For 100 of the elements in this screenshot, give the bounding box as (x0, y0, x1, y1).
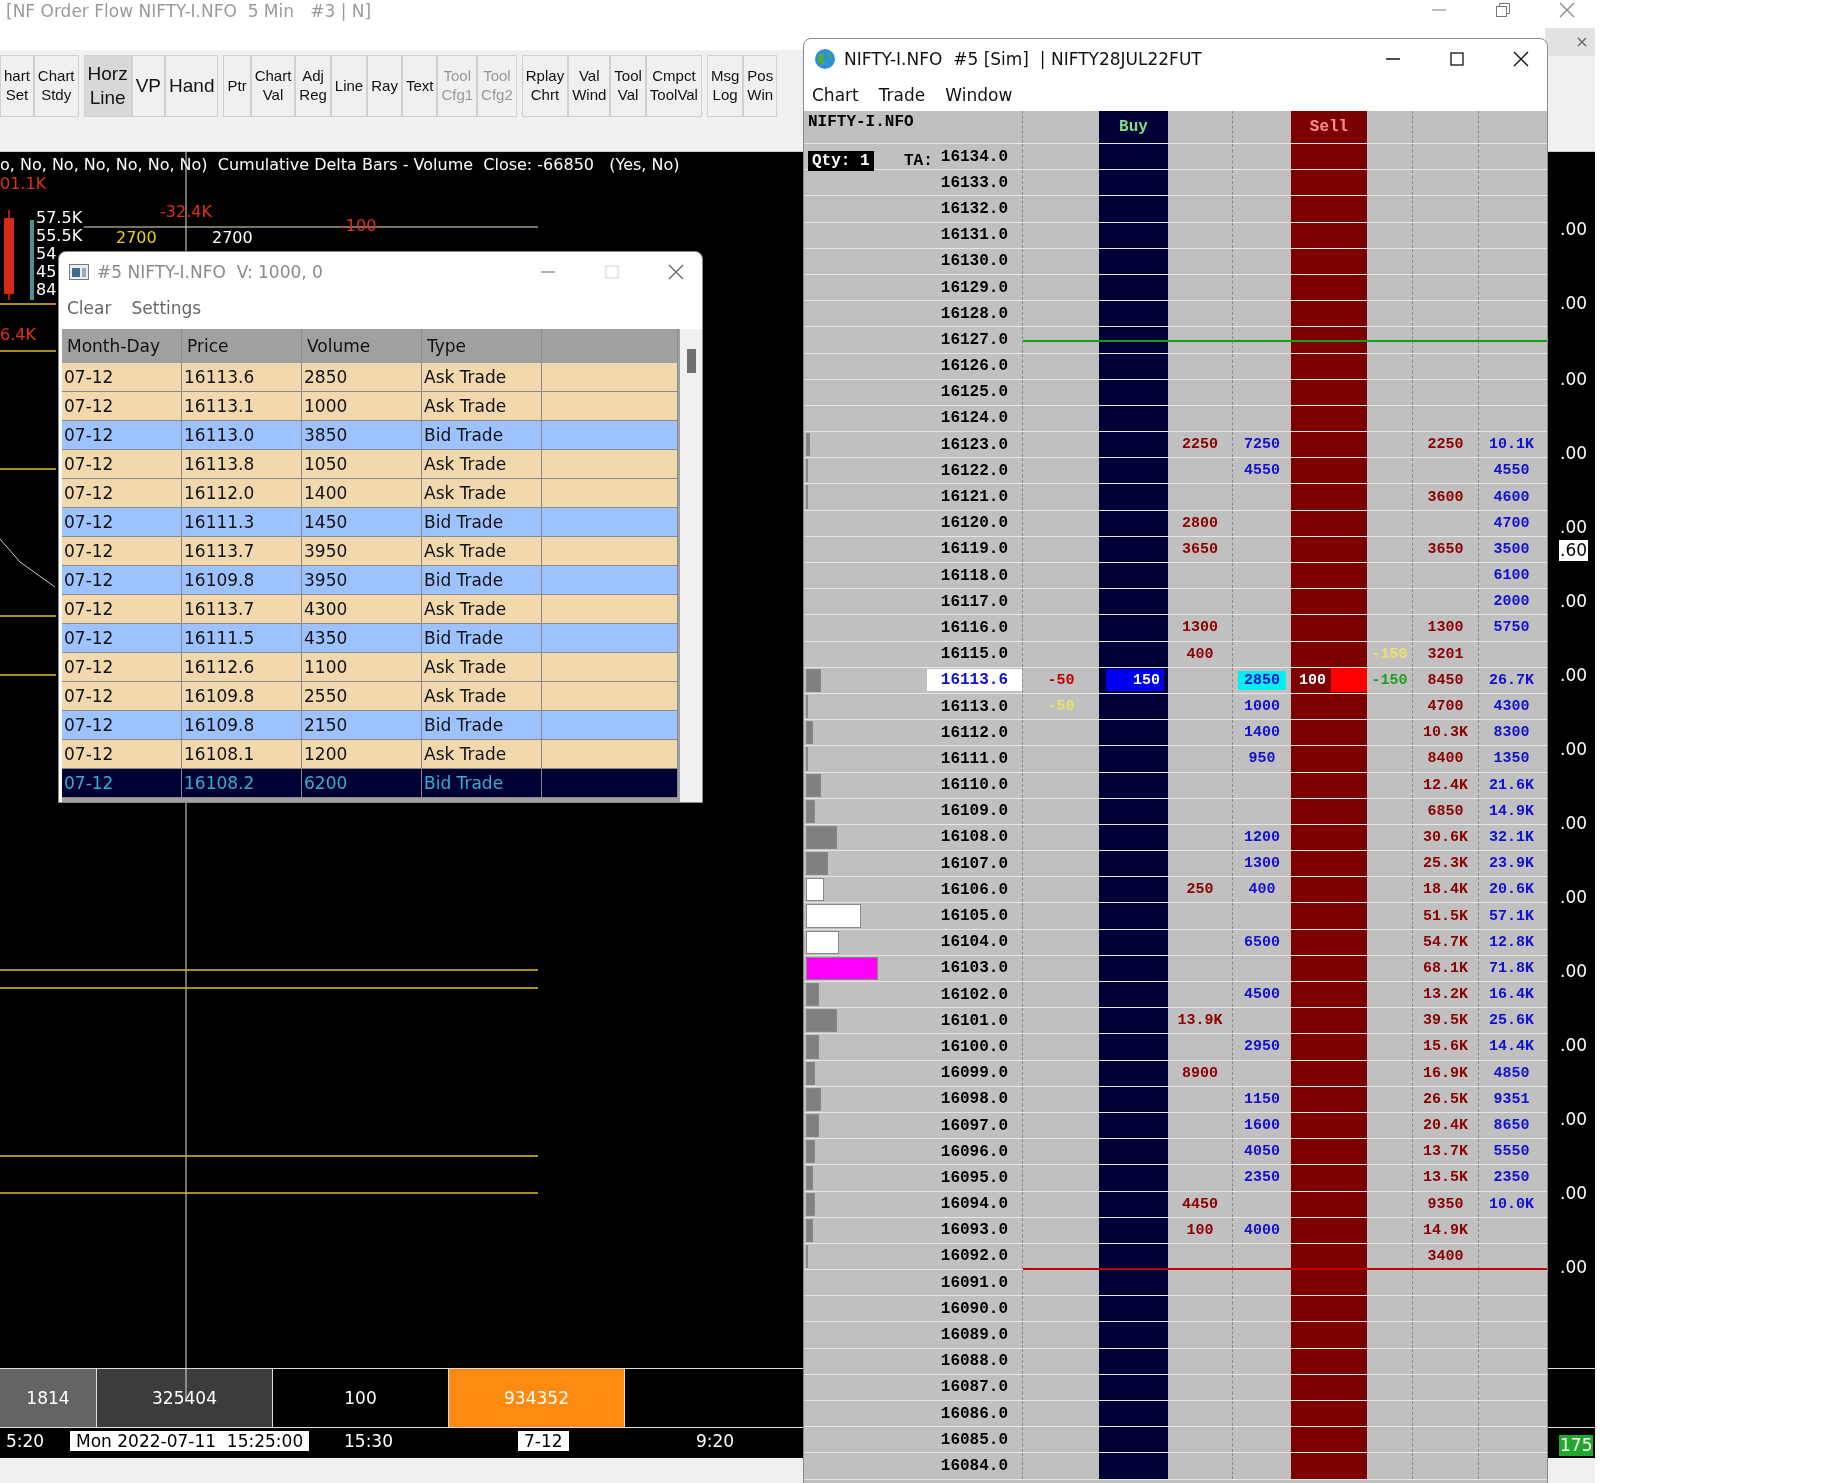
price-label[interactable]: 16088.0 (940, 1350, 1008, 1373)
sell-cell[interactable] (1291, 693, 1367, 720)
sell-cell[interactable] (1291, 720, 1367, 746)
sell-cell[interactable] (1291, 1060, 1367, 1086)
buy-cell[interactable] (1099, 510, 1168, 536)
sell-cell[interactable] (1291, 301, 1367, 327)
price-label[interactable]: 16104.0 (940, 931, 1008, 954)
toolbar-button[interactable]: Horz Line (83, 55, 132, 117)
buy-cell[interactable] (1099, 955, 1168, 981)
price-label[interactable]: 16120.0 (940, 512, 1008, 535)
price-label[interactable]: 16125.0 (940, 381, 1008, 404)
sell-cell[interactable] (1291, 170, 1367, 196)
menu-item[interactable]: Clear (67, 298, 112, 318)
sell-cell[interactable] (1291, 615, 1367, 641)
sell-cell[interactable] (1291, 824, 1367, 851)
sell-cell[interactable] (1291, 1453, 1367, 1479)
price-label[interactable]: 16103.0 (940, 957, 1008, 980)
sell-cell[interactable] (1291, 877, 1367, 903)
sell-cell[interactable] (1291, 405, 1367, 432)
price-label[interactable]: 16100.0 (940, 1035, 1008, 1058)
sell-cell[interactable] (1291, 982, 1367, 1008)
sell-cell[interactable] (1291, 144, 1367, 170)
buy-cell[interactable] (1099, 1139, 1168, 1165)
sell-cell[interactable] (1291, 248, 1367, 274)
sell-cell[interactable] (1291, 484, 1367, 510)
toolbar-button[interactable]: Text (401, 55, 438, 117)
buy-cell[interactable] (1099, 1008, 1168, 1034)
price-label[interactable]: 16092.0 (940, 1245, 1008, 1268)
price-label[interactable]: 16110.0 (940, 774, 1008, 797)
price-label[interactable]: 16106.0 (940, 878, 1008, 901)
buy-cell[interactable] (1099, 1191, 1168, 1217)
buy-cell[interactable] (1099, 484, 1168, 510)
price-label[interactable]: 16085.0 (940, 1428, 1008, 1451)
price-label[interactable]: 16116.0 (940, 616, 1008, 639)
sell-cell[interactable] (1291, 563, 1367, 589)
buy-cell[interactable] (1099, 536, 1168, 562)
buy-cell[interactable] (1099, 1348, 1168, 1374)
sell-cell[interactable] (1291, 641, 1367, 667)
price-label[interactable]: 16134.0 (940, 145, 1008, 168)
toolbar-button[interactable]: Val Wind (568, 55, 611, 117)
price-label[interactable]: 16130.0 (940, 250, 1008, 273)
menu-item[interactable]: Trade (878, 85, 926, 105)
buy-cell[interactable] (1099, 929, 1168, 955)
price-label[interactable]: 16118.0 (940, 564, 1008, 587)
buy-cell[interactable] (1099, 1217, 1168, 1243)
sell-cell[interactable] (1291, 274, 1367, 301)
sell-cell[interactable] (1291, 196, 1367, 222)
price-label[interactable]: 16102.0 (940, 983, 1008, 1006)
toolbar-button[interactable]: Chart Val (250, 55, 296, 117)
sell-cell[interactable] (1291, 1008, 1367, 1034)
buy-cell[interactable] (1099, 693, 1168, 720)
scrollbar-thumb[interactable] (687, 349, 696, 373)
sell-cell[interactable] (1291, 327, 1367, 353)
sell-cell[interactable] (1291, 1034, 1367, 1060)
sell-cell[interactable] (1291, 1086, 1367, 1112)
sell-cell[interactable] (1291, 510, 1367, 536)
buy-cell[interactable] (1099, 982, 1168, 1008)
price-label[interactable]: 16099.0 (940, 1062, 1008, 1085)
sell-cell[interactable] (1291, 798, 1367, 824)
price-label[interactable]: 16108.0 (940, 826, 1008, 849)
buy-cell[interactable] (1099, 1086, 1168, 1112)
buy-cell[interactable] (1099, 432, 1168, 458)
menu-item[interactable]: Window (945, 85, 1013, 105)
buy-cell[interactable] (1099, 903, 1168, 929)
buy-cell[interactable] (1099, 1453, 1168, 1479)
buy-cell[interactable] (1099, 720, 1168, 746)
price-label[interactable]: 16097.0 (940, 1114, 1008, 1137)
price-label[interactable]: 16128.0 (940, 302, 1008, 325)
sell-cell[interactable]: 100 (1291, 667, 1367, 693)
toolbar-button[interactable]: Ray (367, 55, 402, 117)
sell-cell[interactable] (1291, 1112, 1367, 1139)
buy-cell[interactable] (1099, 353, 1168, 379)
price-label[interactable]: 16124.0 (940, 407, 1008, 430)
buy-order[interactable]: 150 (1106, 669, 1164, 692)
price-label[interactable]: 16129.0 (940, 276, 1008, 299)
sell-cell[interactable] (1291, 432, 1367, 458)
price-label[interactable]: 16084.0 (940, 1454, 1008, 1477)
price-label[interactable]: 16101.0 (940, 1009, 1008, 1032)
toolbar-button[interactable]: Ptr (223, 55, 251, 117)
buy-cell[interactable] (1099, 798, 1168, 824)
toolbar-button[interactable]: Line (330, 55, 368, 117)
price-label[interactable]: 16086.0 (940, 1402, 1008, 1425)
buy-cell[interactable] (1099, 877, 1168, 903)
restore-icon[interactable] (1495, 2, 1511, 18)
sell-cell[interactable] (1291, 379, 1367, 405)
sell-cell[interactable] (1291, 955, 1367, 981)
buy-cell[interactable] (1099, 1270, 1168, 1296)
sell-cell[interactable] (1291, 929, 1367, 955)
price-label[interactable]: 16095.0 (940, 1166, 1008, 1189)
sell-cell[interactable] (1291, 1322, 1367, 1348)
buy-cell[interactable] (1099, 379, 1168, 405)
sell-cell[interactable] (1291, 1165, 1367, 1191)
toolbar-button[interactable]: Msg Log (706, 55, 744, 117)
price-label[interactable]: 16117.0 (940, 590, 1008, 613)
buy-cell[interactable] (1099, 170, 1168, 196)
buy-cell[interactable] (1099, 772, 1168, 798)
toolbar-button[interactable]: Adj Reg (295, 55, 331, 117)
buy-cell[interactable] (1099, 144, 1168, 170)
buy-cell[interactable] (1099, 301, 1168, 327)
price-label[interactable]: 16132.0 (940, 197, 1008, 220)
